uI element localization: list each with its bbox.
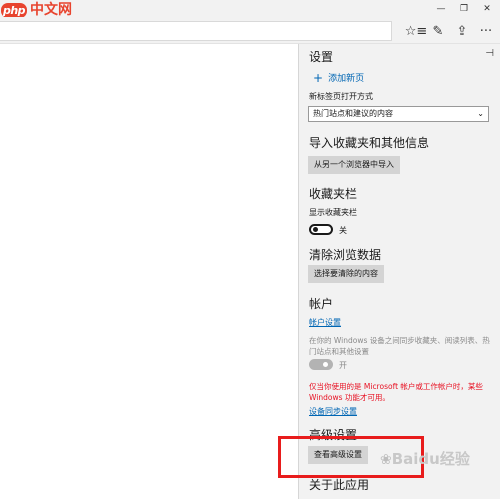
more-icon[interactable]: ··· bbox=[476, 21, 496, 41]
settings-panel: 设置 ⊣ + 添加新页 新标签页打开方式 热门站点和建议的内容 ⌄ 导入收藏夹和其… bbox=[298, 44, 500, 499]
favorites-bar-title: 收藏夹栏 bbox=[309, 187, 358, 201]
logo-badge: php bbox=[1, 2, 27, 18]
title-bar: php 中文网 — ❐ ✕ bbox=[0, 0, 500, 18]
settings-title: 设置 bbox=[309, 50, 334, 64]
sync-toggle bbox=[309, 359, 333, 370]
show-favorites-bar-label: 显示收藏夹栏 bbox=[309, 208, 357, 217]
restore-icon[interactable]: ❐ bbox=[453, 0, 475, 17]
pin-icon[interactable]: ⊣ bbox=[485, 48, 494, 59]
new-tab-select-value: 热门站点和建议的内容 bbox=[313, 109, 393, 118]
share-icon[interactable]: ⇪ bbox=[452, 21, 472, 41]
toggle-knob bbox=[313, 227, 318, 232]
navigation-bar: ☆≡ ✎ ⇪ ··· bbox=[0, 17, 500, 44]
chevron-down-icon: ⌄ bbox=[477, 109, 484, 118]
add-new-tab-label: 添加新页 bbox=[328, 74, 365, 84]
favorites-bar-toggle[interactable] bbox=[309, 224, 333, 235]
account-warning: 仅当你使用的是 Microsoft 帐户或工作帐户时，某些 Windows 功能… bbox=[309, 382, 483, 402]
account-settings-link[interactable]: 帐户设置 bbox=[309, 317, 341, 328]
paw-icon: ❀ bbox=[380, 452, 392, 468]
plus-icon: + bbox=[313, 71, 324, 85]
watermark-text: Baidu经验 bbox=[391, 450, 470, 468]
import-title: 导入收藏夹和其他信息 bbox=[309, 136, 430, 150]
import-button[interactable]: 从另一个浏览器中导入 bbox=[308, 156, 400, 174]
device-sync-link[interactable]: 设备同步设置 bbox=[309, 406, 357, 417]
reading-list-icon[interactable]: ☆≡ bbox=[405, 21, 428, 41]
sync-toggle-state: 开 bbox=[339, 361, 347, 370]
account-title: 帐户 bbox=[309, 297, 334, 311]
clear-data-button[interactable]: 选择要清除的内容 bbox=[308, 265, 384, 283]
address-bar[interactable] bbox=[0, 21, 392, 41]
minimize-icon[interactable]: — bbox=[430, 0, 452, 17]
clear-data-title: 清除浏览数据 bbox=[309, 248, 382, 262]
new-tab-open-label: 新标签页打开方式 bbox=[309, 92, 373, 101]
add-new-tab-link[interactable]: + 添加新页 bbox=[313, 71, 364, 85]
close-icon[interactable]: ✕ bbox=[476, 0, 498, 17]
toggle-knob bbox=[323, 362, 328, 367]
new-tab-select[interactable]: 热门站点和建议的内容 ⌄ bbox=[308, 106, 489, 122]
watermark: ❀Baidu经验 bbox=[380, 448, 470, 469]
logo-text: 中文网 bbox=[30, 2, 72, 18]
web-notes-icon[interactable]: ✎ bbox=[428, 21, 448, 41]
favorites-bar-toggle-state: 关 bbox=[339, 226, 347, 235]
sync-description: 在你的 Windows 设备之间同步收藏夹、阅读列表、热门站点和其他设置 bbox=[309, 336, 490, 356]
about-title: 关于此应用 bbox=[309, 478, 370, 492]
